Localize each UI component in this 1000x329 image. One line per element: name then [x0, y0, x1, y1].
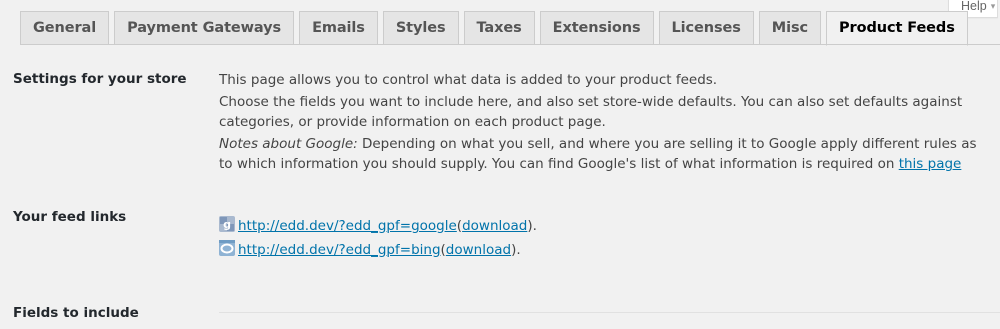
google-note-label: Notes about Google: — [219, 136, 358, 152]
tab-product-feeds[interactable]: Product Feeds — [826, 11, 968, 46]
google-icon: g — [219, 216, 235, 232]
caret-down-icon: ▾ — [990, 1, 996, 11]
fields-table-divider — [219, 312, 1000, 313]
settings-section-label: Settings for your store — [13, 71, 187, 87]
google-feed-close-paren: ). — [527, 218, 537, 234]
tab-divider — [20, 44, 1000, 45]
tab-taxes[interactable]: Taxes — [463, 11, 535, 45]
bing-feed-url-link[interactable]: http://edd.dev/?edd_gpf=bing — [238, 240, 441, 260]
settings-choose-text: Choose the fields you want to include he… — [219, 94, 963, 130]
feed-link-google: g http://edd.dev/?edd_gpf=google (downlo… — [219, 214, 979, 238]
tab-styles[interactable]: Styles — [382, 11, 459, 45]
google-note: Notes about Google: Depending on what yo… — [219, 134, 979, 174]
google-requirements-link[interactable]: this page — [899, 156, 962, 172]
settings-page: Help ▾ General Payment Gateways Emails S… — [0, 0, 1000, 329]
bing-feed-close-paren: ). — [511, 242, 521, 258]
tab-extensions[interactable]: Extensions — [539, 11, 654, 45]
settings-tabs: General Payment Gateways Emails Styles T… — [20, 10, 973, 46]
feed-link-bing: http://edd.dev/?edd_gpf=bing (download). — [219, 238, 979, 262]
tab-misc[interactable]: Misc — [758, 11, 822, 45]
settings-intro-text: This page allows you to control what dat… — [219, 72, 718, 88]
bing-feed-download-link[interactable]: download — [446, 240, 511, 260]
feed-links-list: g http://edd.dev/?edd_gpf=google (downlo… — [219, 214, 979, 262]
google-feed-download-link[interactable]: download — [462, 216, 527, 236]
feed-links-label: Your feed links — [13, 209, 127, 225]
svg-text:g: g — [223, 218, 231, 231]
settings-description: This page allows you to control what dat… — [219, 70, 979, 176]
bing-icon — [219, 240, 235, 256]
tab-general[interactable]: General — [20, 11, 110, 45]
tab-licenses[interactable]: Licenses — [658, 11, 754, 45]
fields-to-include-label: Fields to include — [13, 305, 139, 321]
tab-payment-gateways[interactable]: Payment Gateways — [114, 11, 295, 45]
google-feed-url-link[interactable]: http://edd.dev/?edd_gpf=google — [238, 216, 457, 236]
tab-emails[interactable]: Emails — [299, 11, 378, 45]
